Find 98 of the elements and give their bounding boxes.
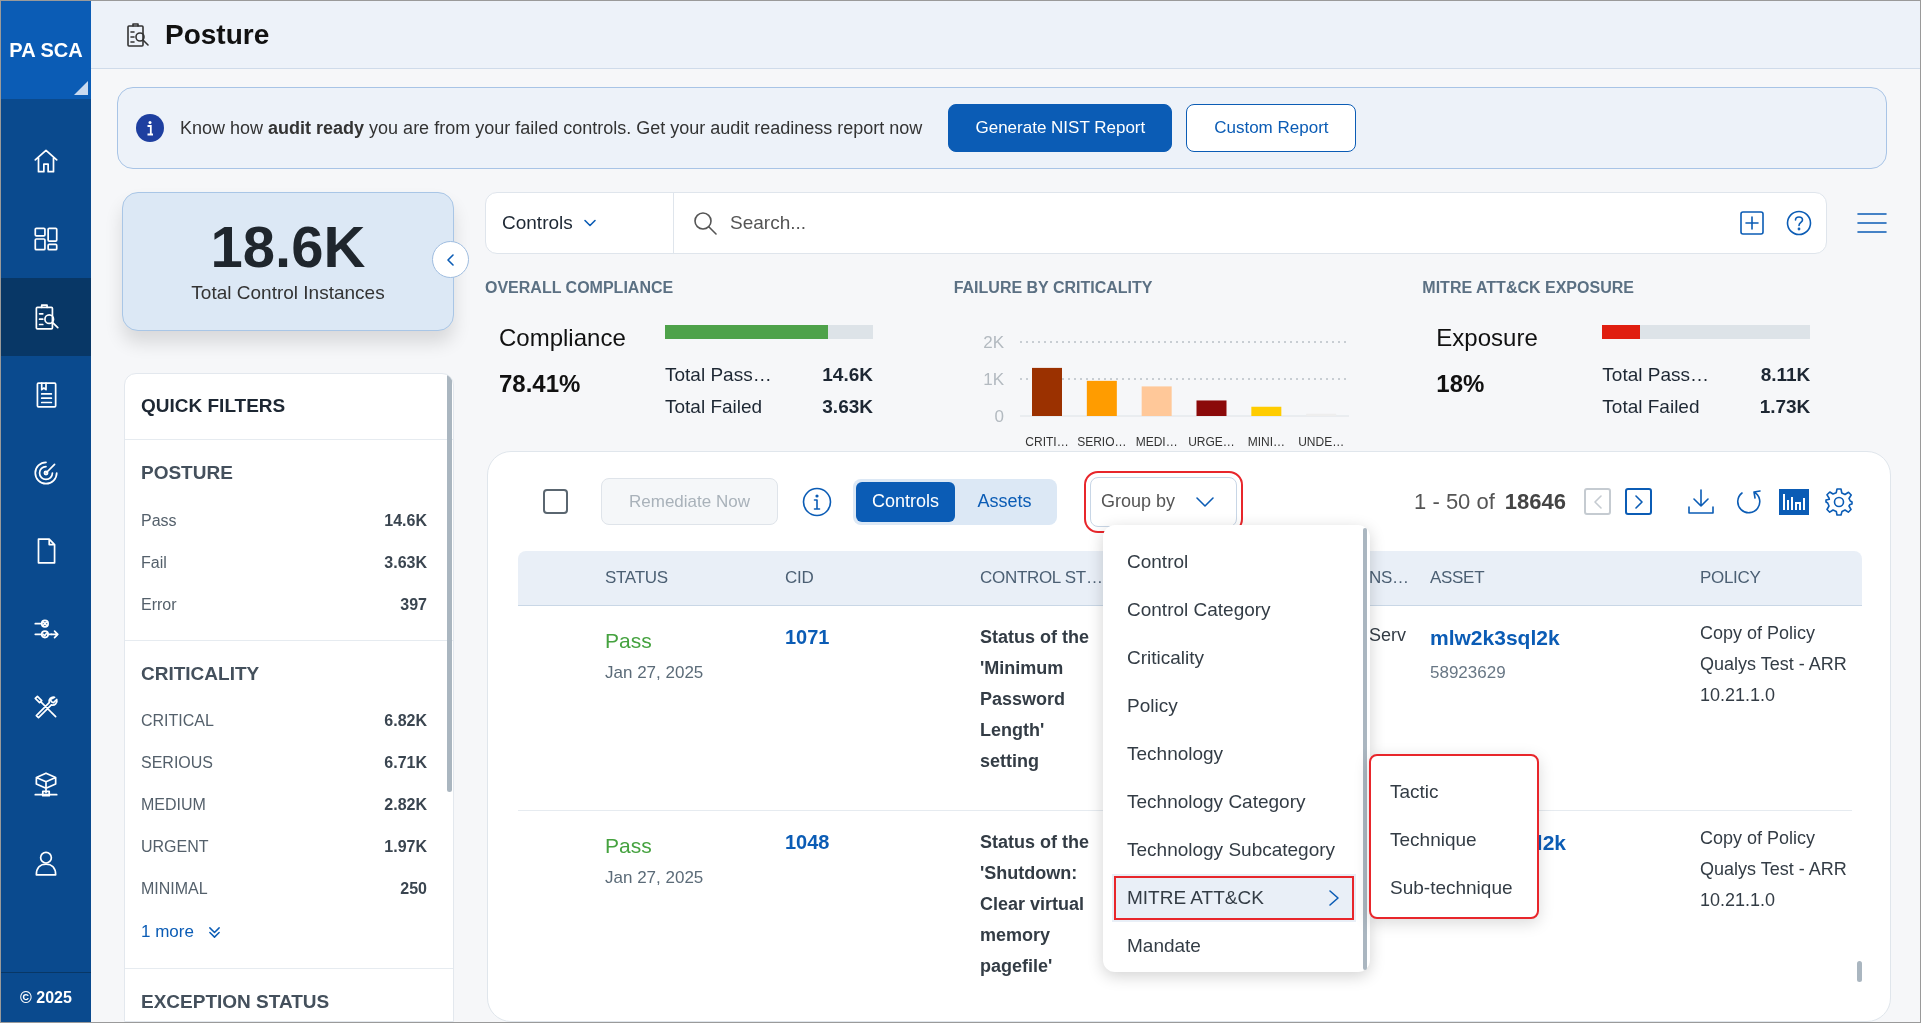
filter-item[interactable]: URGENT 1.97K <box>141 826 427 868</box>
stat-value: 14.6K <box>822 362 873 387</box>
stat-value: 3.63K <box>822 394 873 419</box>
filter-item[interactable]: CRITICAL 6.82K <box>141 700 427 742</box>
filter-count: 397 <box>400 594 427 615</box>
stat-label: Total Failed <box>665 394 763 419</box>
filter-count: 14.6K <box>384 510 427 531</box>
stat-value: 1.73K <box>1759 394 1811 419</box>
filter-label: Fail <box>141 552 167 573</box>
filter-count: 3.63K <box>384 552 427 573</box>
copyright-text: © 2025 <box>20 987 72 1008</box>
stat-label: Total Pass… <box>1602 362 1709 387</box>
filter-count: 1.97K <box>384 837 427 857</box>
audit-message: Know how audit ready you are from your failed controls. Get your audit readiness report now <box>180 116 923 140</box>
stat-label: Total Pass… <box>665 362 772 387</box>
app-logo[interactable]: PA SCA <box>1 1 91 99</box>
policy-text: Copy of Policy Qualys Test - ARR 10.21.1.0 <box>1700 622 1848 707</box>
panel-title: QUICK FILTERS <box>141 394 286 419</box>
view-tab[interactable]: Controls <box>856 481 955 522</box>
menu-item[interactable]: Policy <box>1112 682 1356 730</box>
submenu-item[interactable]: Tactic <box>1371 768 1537 816</box>
section-heading: FAILURE BY CRITICALITY <box>953 278 1154 298</box>
axis-label: CRITI… <box>1025 435 1069 449</box>
menu-item[interactable]: Control Category <box>1112 586 1356 634</box>
filter-label: CRITICAL <box>141 711 214 731</box>
more-link[interactable]: 1 more <box>141 910 427 954</box>
control-statement: Status of the 'Minimum Password Length' setting <box>980 626 1090 773</box>
axis-tick: 2K <box>982 333 1004 352</box>
asset-link[interactable]: mlw2k3sql2k <box>1430 622 1700 654</box>
filter-label: URGENT <box>141 837 209 857</box>
section-title: POSTURE <box>141 461 234 485</box>
axis-label: MINI… <box>1247 435 1285 449</box>
axis-label: UNDE… <box>1297 435 1344 449</box>
filter-count: 2.82K <box>384 795 427 815</box>
filter-item[interactable]: Fail 3.63K <box>141 541 427 584</box>
stat-value: 8.11K <box>1760 362 1811 387</box>
cid-link[interactable]: 1048 <box>785 831 830 853</box>
metric-value: 18% <box>1436 369 1486 399</box>
total-count: 18646 <box>1504 488 1566 516</box>
status-text: Pass <box>605 833 653 859</box>
metric-value: 78.41% <box>499 369 582 399</box>
menu-item[interactable]: Mandate <box>1112 922 1356 970</box>
filter-item[interactable]: MINIMAL 250 <box>141 868 427 910</box>
column-header[interactable]: STATUS <box>605 568 668 588</box>
metric-label: Compliance <box>499 323 627 353</box>
filter-label: Error <box>141 594 177 615</box>
date-text: Jan 27, 2025 <box>605 661 705 684</box>
asset-id: 58923629 <box>1430 661 1507 684</box>
submenu-item[interactable]: Technique <box>1371 816 1537 864</box>
filter-label: Pass <box>141 510 177 531</box>
stat-label: Total Failed <box>1602 394 1700 419</box>
menu-item[interactable]: Technology <box>1112 730 1356 778</box>
report-button[interactable]: Generate NIST Report <box>948 104 1173 152</box>
control-statement: Status of the 'Shutdown: Clear virtual memory pagefile' <box>980 831 1090 978</box>
scope-dropdown[interactable]: Controls <box>486 193 674 253</box>
column-header[interactable]: CID <box>785 568 814 588</box>
filter-count: 6.82K <box>384 711 427 731</box>
section-title: EXCEPTION STATUS <box>141 990 331 1014</box>
axis-label: SERIO… <box>1076 435 1127 449</box>
section-title: CRITICALITY <box>141 661 261 686</box>
column-header[interactable]: ASSET <box>1430 568 1485 588</box>
filter-label: MINIMAL <box>141 879 208 899</box>
menu-item[interactable]: Technology Subcategory <box>1112 826 1356 874</box>
menu-item[interactable]: Control <box>1112 538 1356 586</box>
status-text: Pass <box>605 628 653 654</box>
total-label: Total Control Instances <box>191 281 385 306</box>
range-text: 1 - 50 of <box>1414 488 1495 516</box>
menu-item[interactable]: MITRE ATT&CK <box>1112 874 1356 922</box>
filter-item[interactable]: MEDIUM 2.82K <box>141 784 427 826</box>
search-field[interactable]: Controls Search... <box>485 192 1827 254</box>
filter-item[interactable]: SERIOUS 6.71K <box>141 742 427 784</box>
axis-tick: 1K <box>982 370 1004 389</box>
column-header[interactable]: POLICY <box>1700 568 1761 588</box>
axis-label: MEDI… <box>1135 435 1178 449</box>
axis-tick: 0 <box>994 407 1004 426</box>
menu-item[interactable]: Technology Category <box>1112 778 1356 826</box>
page-title: Posture <box>165 17 270 52</box>
view-tab[interactable]: Assets <box>955 481 1054 522</box>
report-button[interactable]: Custom Report <box>1186 104 1357 152</box>
filter-item[interactable]: Pass 14.6K <box>141 499 427 542</box>
metric-label: Exposure <box>1436 323 1539 353</box>
cid-link[interactable]: 1071 <box>785 626 830 648</box>
policy-text: Copy of Policy Qualys Test - ARR 10.21.1.0 <box>1700 827 1848 912</box>
submenu-item[interactable]: Sub-technique <box>1371 864 1537 912</box>
filter-label: MEDIUM <box>141 795 206 815</box>
axis-label: URGE… <box>1187 435 1235 449</box>
filter-count: 250 <box>400 879 427 899</box>
section-heading: OVERALL COMPLIANCE <box>485 278 675 298</box>
section-heading: MITRE ATT&CK EXPOSURE <box>1422 278 1635 298</box>
date-text: Jan 27, 2025 <box>605 866 705 889</box>
menu-item[interactable]: Criticality <box>1112 634 1356 682</box>
total-value: 18.6K <box>210 215 366 280</box>
column-header[interactable]: NS… <box>1369 568 1409 588</box>
filter-label: SERIOUS <box>141 753 213 773</box>
filter-item[interactable]: Error 397 <box>141 583 427 626</box>
column-header[interactable]: CONTROL ST… <box>980 568 1103 588</box>
table-cell: Serv <box>1369 625 1406 645</box>
filter-count: 6.71K <box>384 753 427 773</box>
